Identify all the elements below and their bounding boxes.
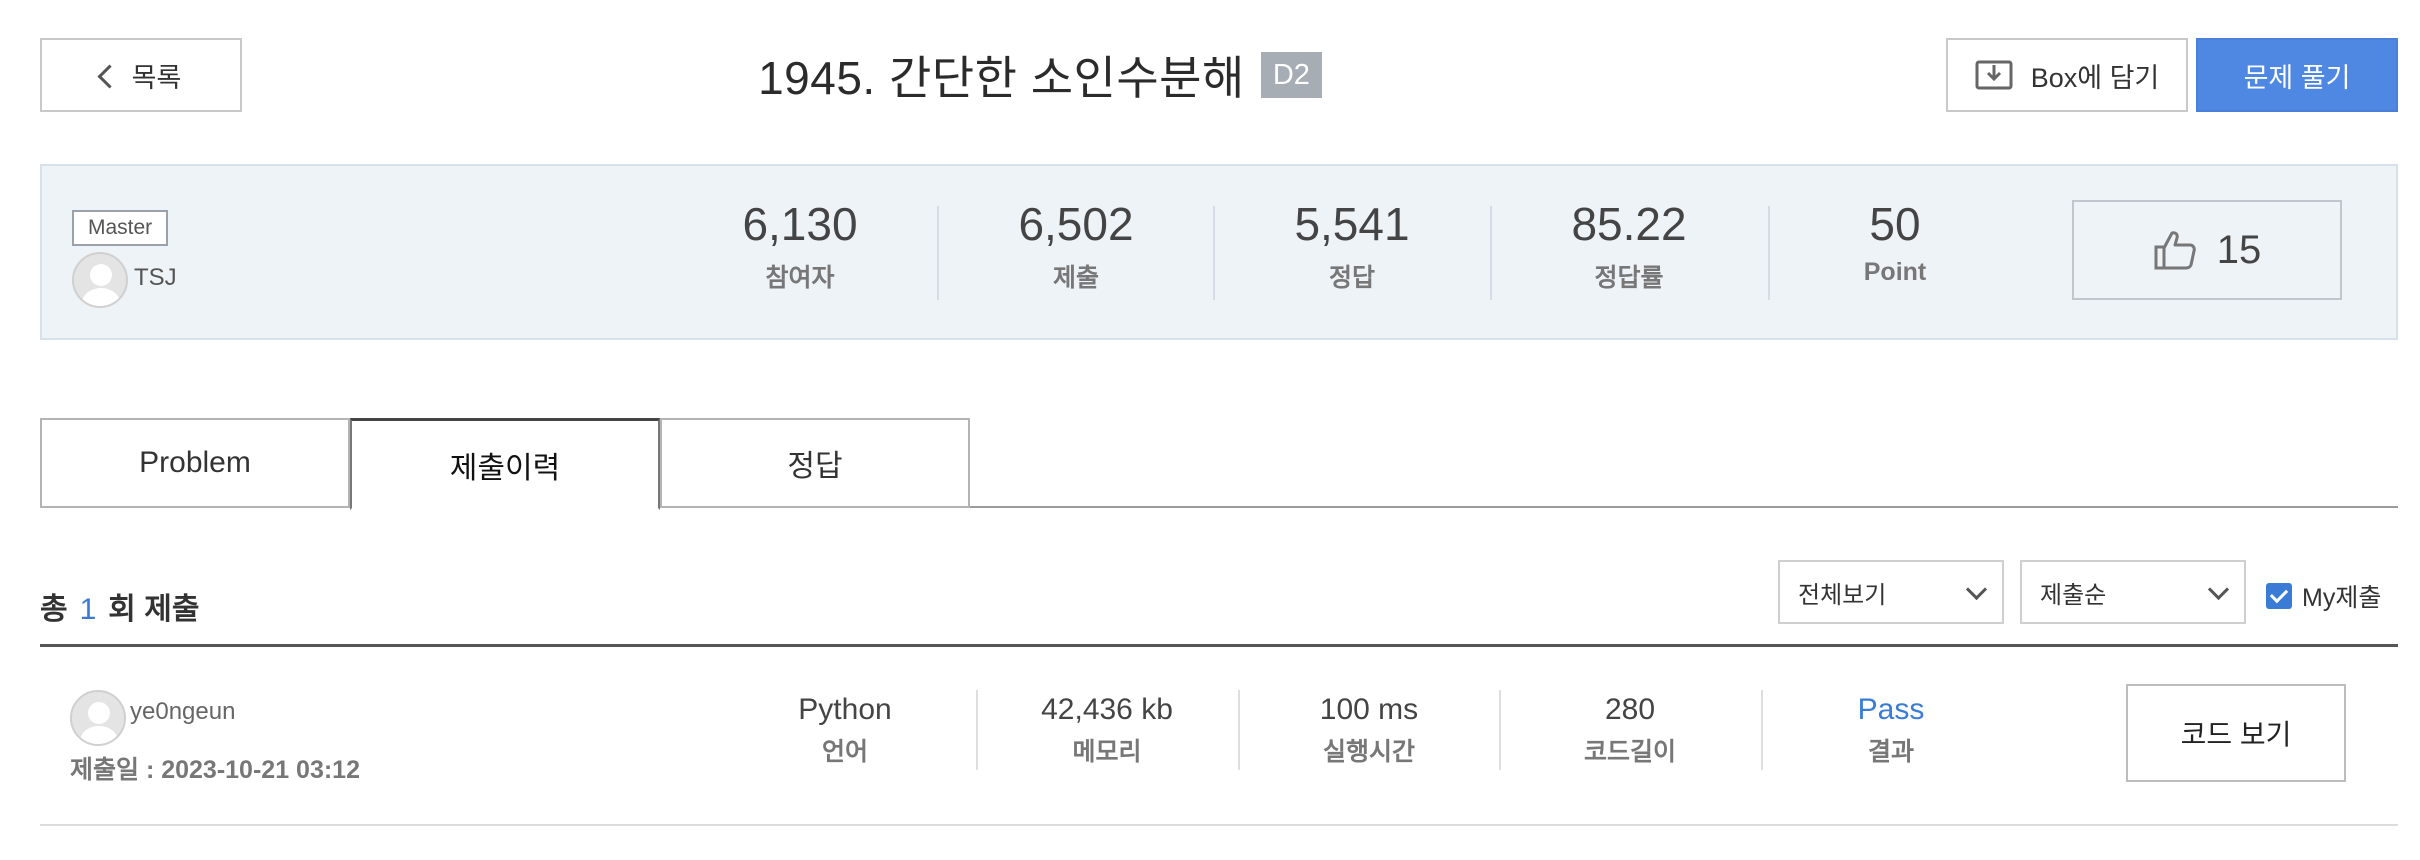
submission-runtime: 100 ms 실행시간 bbox=[1244, 690, 1494, 768]
stat-label: Point bbox=[1863, 258, 1927, 286]
stat-divider bbox=[1490, 206, 1492, 300]
code-length-label: 코드길이 bbox=[1583, 738, 1676, 766]
stat-value: 5,541 bbox=[1294, 198, 1410, 250]
code-length-value: 280 bbox=[1604, 693, 1656, 726]
runtime-label: 실행시간 bbox=[1322, 738, 1415, 766]
stat-divider bbox=[937, 206, 939, 300]
my-submissions-toggle[interactable]: My제출 bbox=[2266, 578, 2381, 614]
author-name: TSJ bbox=[134, 264, 177, 291]
view-filter-value: 전체보기 bbox=[1798, 581, 1887, 609]
download-box-icon bbox=[1975, 60, 2013, 90]
runtime-value: 100 ms bbox=[1319, 693, 1419, 726]
stat-correct-rate: 85.22 정답률 bbox=[1494, 196, 1764, 306]
stat-divider bbox=[1213, 206, 1215, 300]
difficulty-badge: D2 bbox=[1260, 52, 1322, 98]
row-divider bbox=[1238, 690, 1240, 770]
memory-value: 42,436 kb bbox=[1041, 693, 1173, 726]
stat-points: 50 Point bbox=[1760, 196, 2030, 306]
stat-label: 제출 bbox=[1052, 264, 1099, 292]
result-label: 결과 bbox=[1867, 738, 1914, 766]
result-value: Pass bbox=[1857, 693, 1925, 726]
submission-language: Python 언어 bbox=[720, 690, 970, 768]
submission-code-length: 280 코드길이 bbox=[1505, 690, 1755, 768]
stat-label: 정답률 bbox=[1594, 264, 1664, 292]
level-tag: Master bbox=[72, 210, 169, 246]
tab-submission-history[interactable]: 제출이력 bbox=[350, 418, 660, 510]
row-divider bbox=[1499, 690, 1501, 770]
avatar-head-icon bbox=[90, 264, 112, 286]
back-to-list-button[interactable]: 목록 bbox=[40, 38, 242, 112]
tab-answer[interactable]: 정답 bbox=[660, 418, 970, 508]
stat-correct: 5,541 정답 bbox=[1217, 196, 1487, 306]
submitter-avatar bbox=[70, 690, 126, 746]
memory-label: 메모리 bbox=[1072, 738, 1142, 766]
avatar-body-icon bbox=[82, 288, 120, 306]
list-top-border bbox=[40, 644, 2398, 647]
sort-order-value: 제출순 bbox=[2040, 581, 2107, 609]
add-to-box-label: Box에 담기 bbox=[2030, 62, 2160, 93]
like-button[interactable]: 15 bbox=[2072, 200, 2342, 300]
add-to-box-button[interactable]: Box에 담기 bbox=[1946, 38, 2188, 112]
chevron-down-icon bbox=[2207, 578, 2230, 600]
total-count: 1 bbox=[79, 593, 97, 626]
thumbs-up-icon bbox=[2154, 231, 2196, 270]
author-avatar bbox=[72, 252, 128, 308]
total-suffix: 회 제출 bbox=[108, 593, 200, 626]
list-bottom-border bbox=[40, 824, 2398, 826]
language-label: 언어 bbox=[821, 738, 868, 766]
stat-value: 85.22 bbox=[1571, 198, 1687, 250]
solve-problem-button[interactable]: 문제 풀기 bbox=[2196, 38, 2398, 112]
stat-value: 6,130 bbox=[742, 198, 858, 250]
page-title: 1945. 간단한 소인수분해 D2 bbox=[600, 38, 1480, 112]
stat-value: 6,502 bbox=[1018, 198, 1134, 250]
submission-result: Pass 결과 bbox=[1766, 690, 2016, 768]
stat-label: 참여자 bbox=[765, 264, 835, 292]
submitter-name: ye0ngeun bbox=[130, 698, 236, 725]
chevron-down-icon bbox=[1965, 578, 1988, 600]
problem-title: 1945. 간단한 소인수분해 bbox=[758, 52, 1245, 104]
total-prefix: 총 bbox=[40, 593, 68, 626]
my-submissions-checkbox[interactable] bbox=[2266, 583, 2292, 609]
avatar-head-icon bbox=[88, 702, 110, 724]
my-submissions-label: My제출 bbox=[2302, 584, 2382, 612]
stat-value: 50 bbox=[1869, 198, 1921, 250]
row-divider bbox=[976, 690, 978, 770]
like-count: 15 bbox=[2216, 227, 2262, 272]
total-submissions: 총 1 회 제출 bbox=[40, 584, 199, 628]
submission-date: 제출일 : 2023-10-21 03:12 bbox=[70, 756, 360, 784]
submission-memory: 42,436 kb 메모리 bbox=[982, 690, 1232, 768]
stat-label: 정답 bbox=[1328, 264, 1375, 292]
stat-submissions: 6,502 제출 bbox=[941, 196, 1211, 306]
back-to-list-label: 목록 bbox=[131, 62, 182, 93]
stat-participants: 6,130 참여자 bbox=[665, 196, 935, 306]
view-code-button[interactable]: 코드 보기 bbox=[2126, 684, 2346, 782]
tab-problem[interactable]: Problem bbox=[40, 418, 350, 508]
row-divider bbox=[1761, 690, 1763, 770]
sort-order-select[interactable]: 제출순 bbox=[2020, 560, 2246, 624]
chevron-left-icon bbox=[97, 63, 122, 89]
view-filter-select[interactable]: 전체보기 bbox=[1778, 560, 2004, 624]
language-value: Python bbox=[798, 693, 892, 726]
avatar-body-icon bbox=[80, 726, 118, 744]
